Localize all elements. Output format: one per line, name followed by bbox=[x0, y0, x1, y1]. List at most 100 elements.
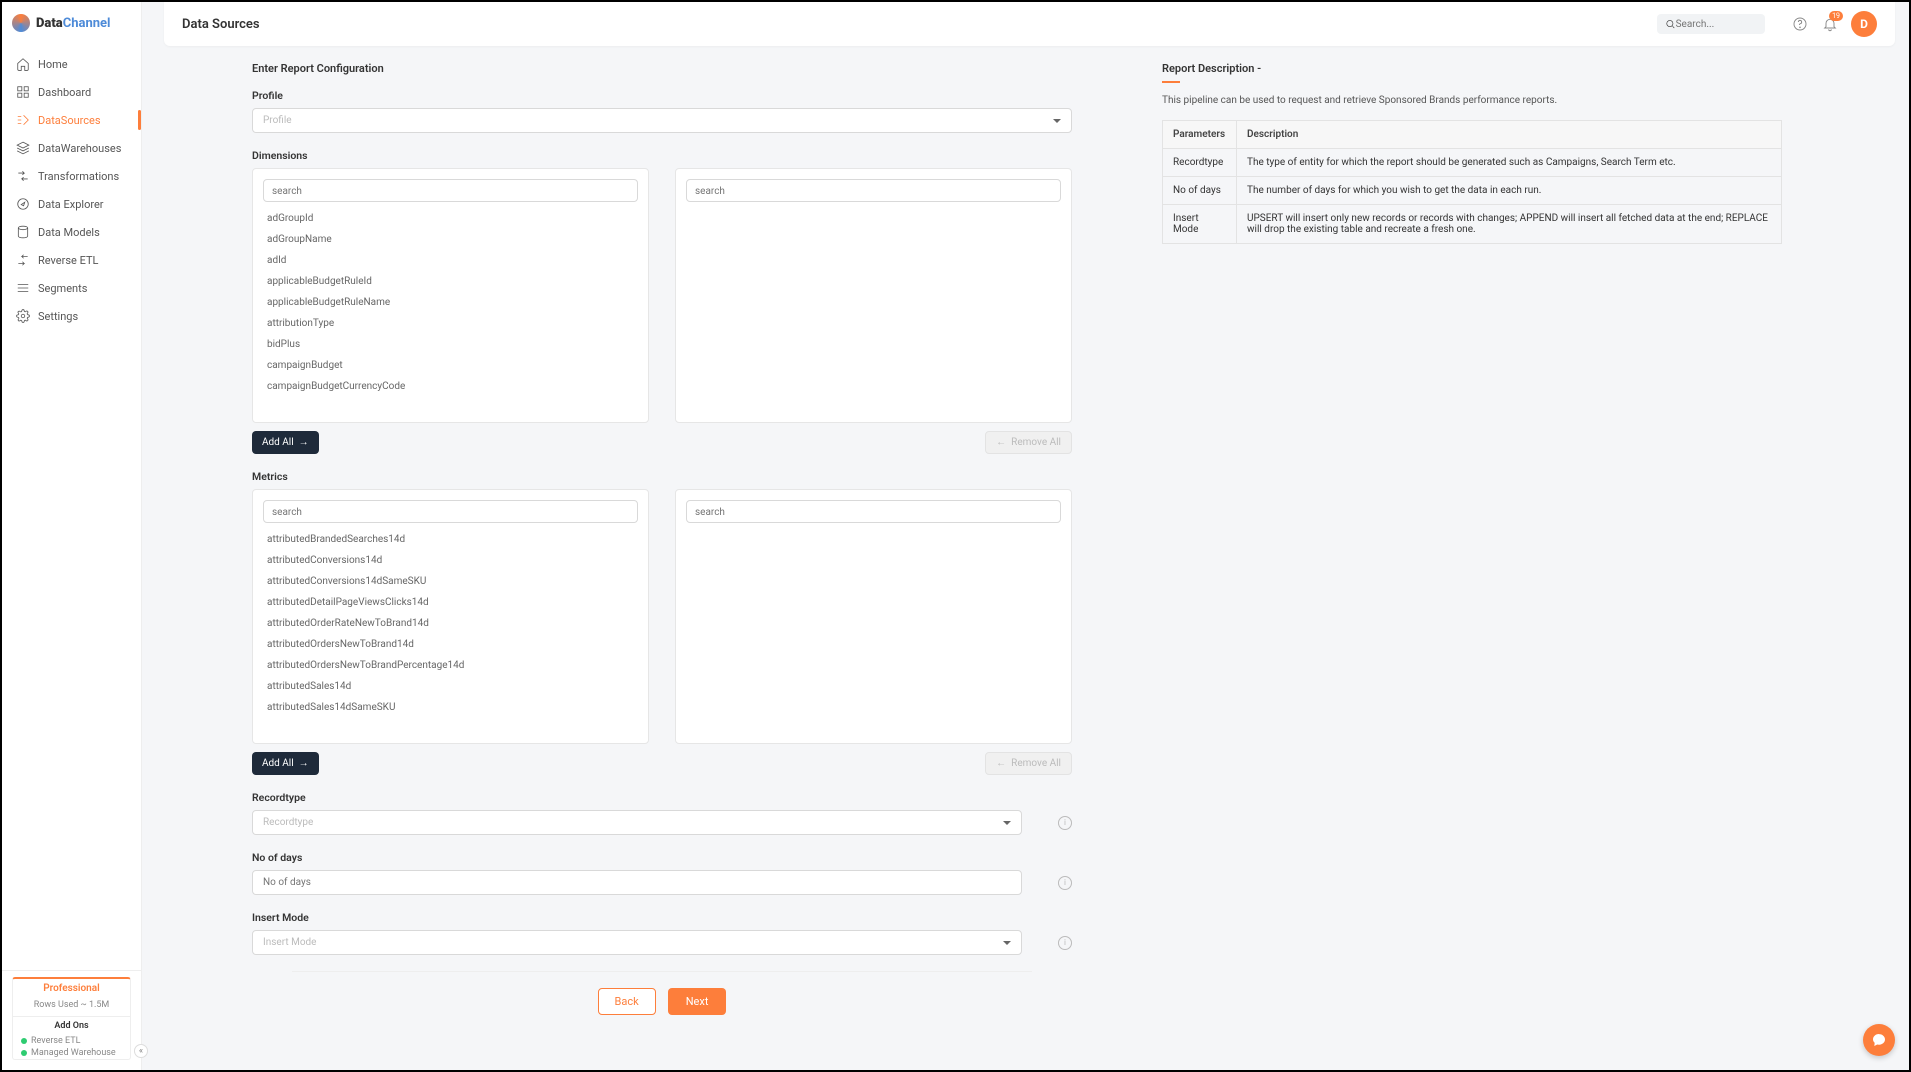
help-icon[interactable] bbox=[1791, 15, 1809, 33]
metrics-picker: attributedBrandedSearches14dattributedCo… bbox=[252, 489, 1072, 744]
database-icon bbox=[16, 225, 30, 239]
list-search[interactable] bbox=[686, 500, 1061, 523]
chat-button[interactable] bbox=[1863, 1024, 1895, 1056]
nodays-field-row: i bbox=[252, 870, 1072, 895]
recordtype-select[interactable]: Recordtype bbox=[252, 810, 1022, 835]
button-label: Add All bbox=[262, 437, 294, 448]
profile-label: Profile bbox=[252, 89, 1072, 102]
check-icon bbox=[21, 1038, 27, 1044]
param-name: Insert Mode bbox=[1163, 205, 1237, 244]
remove-all-dimensions-button[interactable]: ←Remove All bbox=[985, 431, 1072, 454]
global-search[interactable] bbox=[1657, 14, 1765, 34]
list-item[interactable]: attributedDetailPageViewsClicks14d bbox=[253, 592, 648, 613]
list-search-input[interactable] bbox=[695, 507, 1052, 518]
table-row: RecordtypeThe type of entity for which t… bbox=[1163, 149, 1782, 177]
list-item[interactable]: campaignBudget bbox=[253, 355, 648, 376]
info-icon[interactable]: i bbox=[1058, 816, 1072, 830]
list-item[interactable]: attributedConversions14dSameSKU bbox=[253, 571, 648, 592]
config-form: Enter Report Configuration Profile Profi… bbox=[252, 62, 1072, 1046]
info-icon[interactable]: i bbox=[1058, 876, 1072, 890]
dimensions-buttons: Add All→ ←Remove All bbox=[252, 431, 1072, 454]
list-item[interactable]: attributedOrdersNewToBrand14d bbox=[253, 634, 648, 655]
list-item[interactable]: attributionType bbox=[253, 313, 648, 334]
nav-label: Data Models bbox=[38, 226, 100, 239]
brand-logo[interactable]: DataChannel bbox=[2, 2, 141, 44]
sidebar-item-datasources[interactable]: DataSources bbox=[2, 106, 141, 134]
logo-icon bbox=[12, 14, 30, 32]
list-item[interactable]: applicableBudgetRuleName bbox=[253, 292, 648, 313]
remove-all-metrics-button[interactable]: ←Remove All bbox=[985, 752, 1072, 775]
dimensions-selected-list[interactable] bbox=[675, 168, 1072, 423]
list-item[interactable]: bidPlus bbox=[253, 334, 648, 355]
metrics-selected-list[interactable] bbox=[675, 489, 1072, 744]
nav-label: Segments bbox=[38, 282, 87, 295]
nodays-input[interactable] bbox=[263, 877, 1011, 888]
insertmode-label: Insert Mode bbox=[252, 911, 1072, 924]
sidebar-item-transformations[interactable]: Transformations bbox=[2, 162, 141, 190]
list-item[interactable]: applicableBudgetRuleId bbox=[253, 271, 648, 292]
list-item[interactable]: attributedBrandedSearches14d bbox=[253, 529, 648, 550]
main-area: Data Sources 19 D Enter Report Configura… bbox=[142, 2, 1909, 1070]
next-button[interactable]: Next bbox=[668, 988, 727, 1015]
list-item[interactable]: adGroupId bbox=[253, 208, 648, 229]
list-search-input[interactable] bbox=[695, 186, 1052, 197]
insertmode-select[interactable]: Insert Mode bbox=[252, 930, 1022, 955]
add-all-metrics-button[interactable]: Add All→ bbox=[252, 752, 319, 775]
list-search-input[interactable] bbox=[272, 507, 629, 518]
profile-select[interactable]: Profile bbox=[252, 108, 1072, 133]
bell-icon[interactable]: 19 bbox=[1821, 15, 1839, 33]
arrow-left-icon: ← bbox=[996, 758, 1006, 769]
sidebar-item-datamodels[interactable]: Data Models bbox=[2, 218, 141, 246]
metrics-available-list[interactable]: attributedBrandedSearches14dattributedCo… bbox=[252, 489, 649, 744]
topbar-actions: 19 D bbox=[1791, 11, 1877, 37]
list-item[interactable]: attributedSales14d bbox=[253, 676, 648, 697]
arrow-right-icon: → bbox=[299, 758, 309, 769]
layers-icon bbox=[16, 141, 30, 155]
list-item[interactable]: attributedOrdersNewToBrandPercentage14d bbox=[253, 655, 648, 676]
addon-label: Reverse ETL bbox=[31, 1036, 80, 1046]
chevron-down-icon bbox=[1003, 941, 1011, 945]
list-search[interactable] bbox=[263, 179, 638, 202]
param-desc: UPSERT will insert only new records or r… bbox=[1237, 205, 1782, 244]
search-icon bbox=[1665, 18, 1676, 30]
button-label: Remove All bbox=[1011, 437, 1061, 448]
plan-box: Professional Rows Used ~ 1.5M Add Ons Re… bbox=[12, 977, 131, 1060]
sidebar-item-segments[interactable]: Segments bbox=[2, 274, 141, 302]
recordtype-field-row: Recordtype i bbox=[252, 810, 1072, 835]
list-item[interactable]: attributedOrderRateNewToBrand14d bbox=[253, 613, 648, 634]
metrics-buttons: Add All→ ←Remove All bbox=[252, 752, 1072, 775]
back-button[interactable]: Back bbox=[598, 988, 656, 1015]
info-icon[interactable]: i bbox=[1058, 936, 1072, 950]
sidebar-item-datawarehouses[interactable]: DataWarehouses bbox=[2, 134, 141, 162]
sidebar-item-dataexplorer[interactable]: Data Explorer bbox=[2, 190, 141, 218]
sidebar-item-reverseetl[interactable]: Reverse ETL bbox=[2, 246, 141, 274]
dimensions-picker: adGroupIdadGroupNameadIdapplicableBudget… bbox=[252, 168, 1072, 423]
search-input[interactable] bbox=[1676, 19, 1757, 30]
sidebar-item-settings[interactable]: Settings bbox=[2, 302, 141, 330]
list-item[interactable]: attributedSales14dSameSKU bbox=[253, 697, 648, 718]
report-description-panel: Report Description - This pipeline can b… bbox=[1162, 62, 1782, 1046]
avatar[interactable]: D bbox=[1851, 11, 1877, 37]
report-desc-title: Report Description - bbox=[1162, 62, 1782, 75]
sidebar-item-dashboard[interactable]: Dashboard bbox=[2, 78, 141, 106]
insertmode-field-row: Insert Mode i bbox=[252, 930, 1072, 955]
compass-icon bbox=[16, 197, 30, 211]
list-item[interactable]: attributedConversions14d bbox=[253, 550, 648, 571]
dimensions-available-list[interactable]: adGroupIdadGroupNameadIdapplicableBudget… bbox=[252, 168, 649, 423]
nodays-input-wrap[interactable] bbox=[252, 870, 1022, 895]
list-item[interactable]: adGroupName bbox=[253, 229, 648, 250]
list-item[interactable]: campaignBudgetCurrencyCode bbox=[253, 376, 648, 397]
list-item[interactable]: adId bbox=[253, 250, 648, 271]
list-search-input[interactable] bbox=[272, 186, 629, 197]
list-search[interactable] bbox=[686, 179, 1061, 202]
home-icon bbox=[16, 57, 30, 71]
sidebar-item-home[interactable]: Home bbox=[2, 50, 141, 78]
wizard-nav: Back Next bbox=[252, 988, 1072, 1015]
list-search[interactable] bbox=[263, 500, 638, 523]
nav-label: Reverse ETL bbox=[38, 254, 98, 267]
check-icon bbox=[21, 1050, 27, 1056]
datasource-icon bbox=[16, 113, 30, 127]
param-desc: The number of days for which you wish to… bbox=[1237, 177, 1782, 205]
select-placeholder: Insert Mode bbox=[263, 937, 316, 948]
add-all-dimensions-button[interactable]: Add All→ bbox=[252, 431, 319, 454]
